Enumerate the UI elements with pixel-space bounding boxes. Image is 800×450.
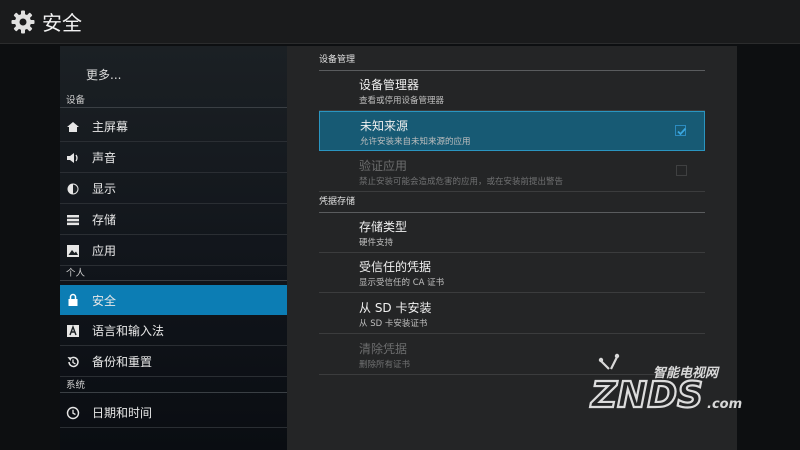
pref-summary: 从 SD 卡安装证书 xyxy=(359,319,428,329)
gear-icon[interactable] xyxy=(10,9,36,35)
sidebar-item-datetime[interactable]: 日期和时间 xyxy=(60,398,287,428)
sidebar-item-label: 应用 xyxy=(92,244,117,258)
pref-title: 未知来源 xyxy=(360,119,409,133)
pref-unknown-sources[interactable]: 未知来源 允许安装来自未知来源的应用 xyxy=(319,111,705,151)
pref-device-administrators[interactable]: 设备管理器 查看或停用设备管理器 xyxy=(319,71,705,111)
pref-summary: 显示受信任的 CA 证书 xyxy=(359,278,445,288)
storage-icon xyxy=(66,213,80,227)
pref-title: 清除凭据 xyxy=(359,342,408,356)
language-icon xyxy=(66,324,80,338)
sidebar-item-label: 存储 xyxy=(92,213,117,227)
tv-antenna-icon xyxy=(598,353,620,370)
pref-summary: 查看或停用设备管理器 xyxy=(359,96,445,106)
sidebar-item-backup[interactable]: 备份和重置 xyxy=(60,347,287,377)
pref-summary: 硬件支持 xyxy=(359,238,394,248)
settings-sidebar: 更多... 设备 主屏幕 声音 显示 存储 应用 个人 安全 语言和输入法 备份… xyxy=(60,46,287,450)
sidebar-item-sound[interactable]: 声音 xyxy=(60,143,287,173)
clock-icon xyxy=(66,406,80,420)
sidebar-item-label: 主屏幕 xyxy=(92,120,129,134)
pref-install-from-sd[interactable]: 从 SD 卡安装 从 SD 卡安装证书 xyxy=(319,294,705,334)
sidebar-item-home[interactable]: 主屏幕 xyxy=(60,112,287,142)
pref-verify-apps: 验证应用 禁止安装可能会造成危害的应用，或在安装前提出警告 xyxy=(319,152,705,192)
sidebar-item-storage[interactable]: 存储 xyxy=(60,205,287,235)
znds-watermark-logo: 智能电视网 ZNDS .com xyxy=(589,353,742,417)
sidebar-item-label: 日期和时间 xyxy=(92,406,153,420)
action-bar: 安全 xyxy=(0,0,800,44)
sidebar-item-display[interactable]: 显示 xyxy=(60,174,287,204)
pref-summary: 禁止安装可能会造成危害的应用，或在安装前提出警告 xyxy=(359,177,564,187)
sidebar-item-label: 备份和重置 xyxy=(92,355,153,369)
pref-title: 设备管理器 xyxy=(359,78,420,92)
pref-title: 存储类型 xyxy=(359,220,408,234)
watermark-suffix: .com xyxy=(707,397,742,412)
sidebar-item-language[interactable]: 语言和输入法 xyxy=(60,316,287,346)
pref-summary: 允许安装来自未知来源的应用 xyxy=(360,137,471,147)
pref-summary: 删除所有证书 xyxy=(359,360,411,370)
category-device-admin: 设备管理 xyxy=(319,50,705,71)
unknown-sources-checkbox[interactable] xyxy=(675,125,687,136)
home-icon xyxy=(66,120,80,134)
brightness-icon xyxy=(66,182,80,196)
sidebar-item-security[interactable]: 安全 xyxy=(60,285,287,315)
sidebar-header-personal: 个人 xyxy=(60,267,287,281)
pref-title: 受信任的凭据 xyxy=(359,260,432,274)
category-credential-storage: 凭据存储 xyxy=(319,192,705,213)
sidebar-item-label: 安全 xyxy=(92,293,117,308)
watermark-main-text: ZNDS xyxy=(590,375,703,416)
pref-title: 从 SD 卡安装 xyxy=(359,301,432,315)
lock-icon xyxy=(66,293,80,307)
sidebar-item-label: 语言和输入法 xyxy=(92,324,165,338)
sidebar-header-system: 系统 xyxy=(60,379,287,393)
sidebar-item-more[interactable]: 更多... xyxy=(86,66,121,83)
pref-storage-type[interactable]: 存储类型 硬件支持 xyxy=(319,213,705,253)
apps-icon xyxy=(66,244,80,258)
verify-apps-checkbox xyxy=(676,165,687,176)
sidebar-item-label: 声音 xyxy=(92,151,117,165)
sidebar-item-apps[interactable]: 应用 xyxy=(60,236,287,266)
backup-icon xyxy=(66,355,80,369)
speaker-icon xyxy=(66,151,80,165)
sidebar-item-label: 显示 xyxy=(92,182,117,196)
page-title: 安全 xyxy=(42,11,82,35)
sidebar-header-device: 设备 xyxy=(60,94,287,108)
pref-title: 验证应用 xyxy=(359,159,408,173)
pref-trusted-credentials[interactable]: 受信任的凭据 显示受信任的 CA 证书 xyxy=(319,253,705,293)
